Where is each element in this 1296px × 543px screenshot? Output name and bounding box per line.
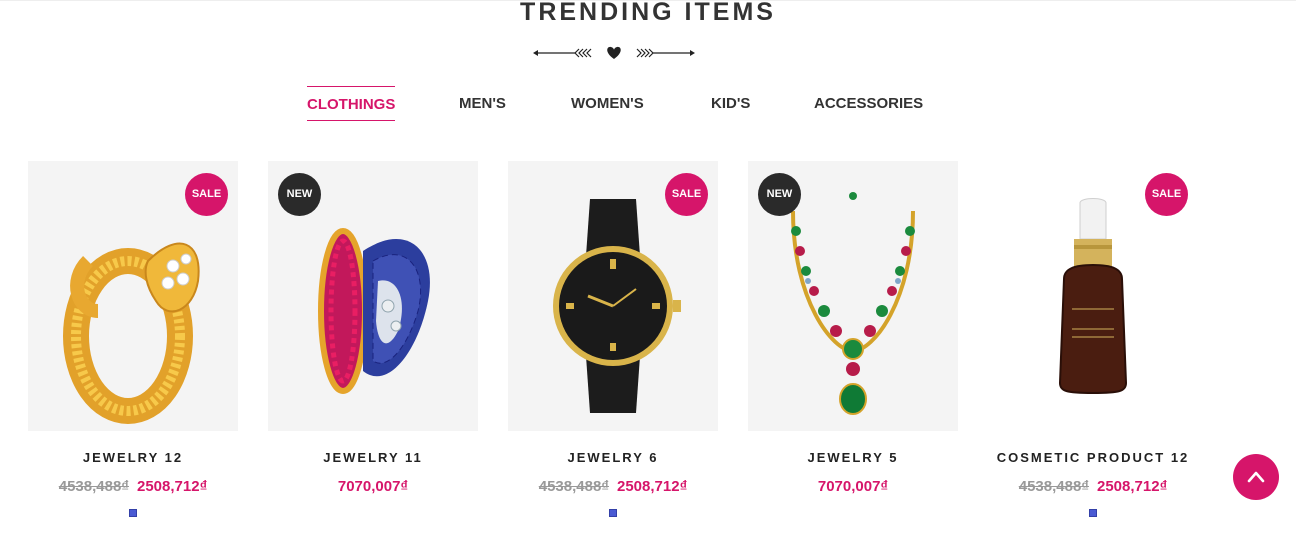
product-name[interactable]: JEWELRY 12 [28, 450, 238, 465]
product-price: 7070,007₫ [268, 478, 478, 495]
tab-accessories[interactable]: ACCESSORIES [814, 86, 923, 121]
product-card[interactable]: SALE COSMETIC PRODUCT 12 4538,488₫ 2508,7… [988, 161, 1198, 517]
product-image-gem-necklace[interactable]: NEW [748, 161, 958, 431]
product-price: 7070,007₫ [748, 478, 958, 495]
current-price: 2508,712₫ [1097, 478, 1168, 495]
old-price: 4538,488₫ [58, 478, 129, 495]
color-swatch[interactable] [1089, 509, 1097, 517]
heart-divider-icon [533, 46, 695, 59]
tab-clothings[interactable]: CLOTHINGS [307, 86, 396, 121]
product-price: 4538,488₫ 2508,712₫ [508, 478, 718, 495]
tab-kids[interactable]: KID'S [711, 86, 750, 121]
product-card[interactable]: SALE JEWELRY 12 4538,488₫ 2508,712₫ [28, 161, 238, 517]
product-image-black-watch[interactable]: SALE [508, 161, 718, 431]
current-price: 7070,007₫ [817, 478, 889, 495]
sale-badge: SALE [1145, 173, 1188, 216]
back-to-top-button[interactable] [1233, 454, 1279, 500]
color-swatch[interactable] [609, 509, 617, 517]
tab-mens[interactable]: MEN'S [459, 86, 506, 121]
product-image-gem-bracelet[interactable]: NEW [268, 161, 478, 431]
product-image-serum-bottle[interactable]: SALE [988, 161, 1198, 431]
current-price: 7070,007₫ [337, 478, 409, 495]
product-name[interactable]: JEWELRY 5 [748, 450, 958, 465]
section-title: TRENDING ITEMS [520, 0, 776, 26]
old-price: 4538,488₫ [538, 478, 609, 495]
product-card[interactable]: NEW JEWELRY 11 7070,007₫ [268, 161, 478, 495]
old-price: 4538,488₫ [1018, 478, 1089, 495]
product-price: 4538,488₫ 2508,712₫ [28, 478, 238, 495]
new-badge: NEW [758, 173, 801, 216]
current-price: 2508,712₫ [617, 478, 688, 495]
product-name[interactable]: COSMETIC PRODUCT 12 [988, 450, 1198, 465]
category-tabs: CLOTHINGS MEN'S WOMEN'S KID'S ACCESSORIE… [0, 86, 1296, 122]
sale-badge: SALE [185, 173, 228, 216]
new-badge: NEW [278, 173, 321, 216]
product-card[interactable]: SALE JEWELRY 6 4538,488₫ 2508,712₫ [508, 161, 718, 517]
product-image-gold-ring[interactable]: SALE [28, 161, 238, 431]
product-card[interactable]: NEW JEWELRY 5 7070,007₫ [748, 161, 958, 495]
chevron-up-icon [1247, 471, 1265, 483]
product-name[interactable]: JEWELRY 6 [508, 450, 718, 465]
tab-womens[interactable]: WOMEN'S [571, 86, 644, 121]
product-name[interactable]: JEWELRY 11 [268, 450, 478, 465]
sale-badge: SALE [665, 173, 708, 216]
current-price: 2508,712₫ [137, 478, 208, 495]
product-price: 4538,488₫ 2508,712₫ [988, 478, 1198, 495]
color-swatch[interactable] [129, 509, 137, 517]
